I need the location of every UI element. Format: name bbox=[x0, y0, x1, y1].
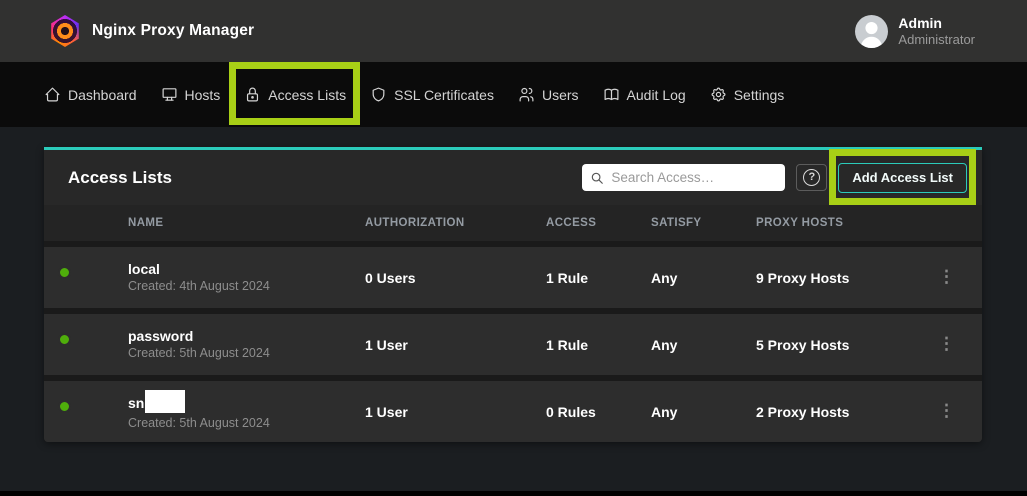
col-header-name: NAME bbox=[128, 217, 365, 229]
user-text: Admin Administrator bbox=[898, 15, 975, 48]
row-menu-cell: ⋮ bbox=[938, 268, 977, 287]
user-menu[interactable]: Admin Administrator bbox=[855, 15, 975, 48]
nav-label: Users bbox=[542, 87, 579, 103]
nav-label: Settings bbox=[734, 87, 785, 103]
users-icon bbox=[518, 86, 535, 103]
proxy-hosts-cell: 2 Proxy Hosts bbox=[756, 404, 938, 420]
authorization-cell: 0 Users bbox=[365, 270, 546, 286]
panel-header: Access Lists ? Add Access List bbox=[44, 150, 982, 205]
nav-label: Access Lists bbox=[268, 87, 346, 103]
lock-icon bbox=[244, 86, 261, 103]
nav-item-audit-log[interactable]: Audit Log bbox=[603, 86, 686, 103]
status-dot bbox=[58, 266, 71, 279]
nav-item-users[interactable]: Users bbox=[518, 86, 579, 103]
nav-item-ssl-certificates[interactable]: SSL Certificates bbox=[370, 86, 494, 103]
created-date: Created: 4th August 2024 bbox=[128, 278, 365, 295]
created-date: Created: 5th August 2024 bbox=[128, 345, 365, 362]
page-title: Access Lists bbox=[68, 168, 172, 188]
row-menu-kebab-icon[interactable]: ⋮ bbox=[938, 268, 955, 285]
row-menu-cell: ⋮ bbox=[938, 402, 977, 421]
add-button-wrap: Add Access List bbox=[838, 163, 967, 193]
created-date: Created: 5th August 2024 bbox=[128, 415, 365, 432]
main-nav: Dashboard Hosts Access Lists SSL Certifi… bbox=[0, 62, 1027, 127]
monitor-icon bbox=[161, 86, 178, 103]
row-menu-kebab-icon[interactable]: ⋮ bbox=[938, 335, 955, 352]
nav-label: Hosts bbox=[185, 87, 221, 103]
app-header: Nginx Proxy Manager Admin Administrator bbox=[0, 0, 1027, 62]
shield-icon bbox=[370, 86, 387, 103]
satisfy-cell: Any bbox=[651, 270, 756, 286]
search-icon bbox=[590, 171, 604, 185]
user-name: Admin bbox=[898, 15, 975, 32]
access-list-name: sn bbox=[128, 394, 144, 412]
status-dot bbox=[58, 400, 71, 413]
name-cell: sn Created: 5th August 2024 bbox=[128, 392, 365, 432]
authorization-cell: 1 User bbox=[365, 404, 546, 420]
col-header-proxy-hosts: PROXY HOSTS bbox=[756, 217, 938, 229]
brand: Nginx Proxy Manager bbox=[50, 15, 254, 47]
name-cell: password Created: 5th August 2024 bbox=[128, 327, 365, 362]
satisfy-cell: Any bbox=[651, 337, 756, 353]
app-title: Nginx Proxy Manager bbox=[92, 22, 254, 40]
col-header-satisfy: SATISFY bbox=[651, 217, 756, 229]
redaction-box bbox=[145, 390, 185, 413]
satisfy-cell: Any bbox=[651, 404, 756, 420]
nav-item-access-lists[interactable]: Access Lists bbox=[244, 86, 346, 103]
help-icon: ? bbox=[803, 169, 820, 186]
gear-icon bbox=[710, 86, 727, 103]
user-avatar bbox=[855, 15, 888, 48]
access-list-name: local bbox=[128, 260, 160, 278]
help-button[interactable]: ? bbox=[796, 164, 827, 191]
name-cell: local Created: 4th August 2024 bbox=[128, 260, 365, 295]
access-cell: 1 Rule bbox=[546, 337, 651, 353]
col-header-access: ACCESS bbox=[546, 217, 651, 229]
table-row: password Created: 5th August 2024 1 User… bbox=[44, 314, 982, 375]
panel-actions: ? Add Access List bbox=[582, 163, 968, 193]
bottom-bar bbox=[0, 491, 1027, 496]
book-icon bbox=[603, 86, 620, 103]
access-cell: 0 Rules bbox=[546, 404, 651, 420]
add-access-list-button[interactable]: Add Access List bbox=[838, 163, 967, 193]
table-row: local Created: 4th August 2024 0 Users 1… bbox=[44, 247, 982, 308]
row-menu-kebab-icon[interactable]: ⋮ bbox=[938, 402, 955, 419]
access-list-name: password bbox=[128, 327, 193, 345]
nav-item-dashboard[interactable]: Dashboard bbox=[44, 86, 137, 103]
access-lists-panel: Access Lists ? Add Access List NAME AUTH… bbox=[44, 147, 982, 442]
nav-label: SSL Certificates bbox=[394, 87, 494, 103]
app-logo-icon bbox=[50, 15, 80, 47]
search-box bbox=[582, 164, 785, 191]
screen: Nginx Proxy Manager Admin Administrator … bbox=[0, 0, 1027, 496]
person-silhouette-icon bbox=[855, 15, 888, 48]
status-dot bbox=[58, 333, 71, 346]
user-role: Administrator bbox=[898, 32, 975, 48]
nav-item-settings[interactable]: Settings bbox=[710, 86, 785, 103]
authorization-cell: 1 User bbox=[365, 337, 546, 353]
table-header: NAME AUTHORIZATION ACCESS SATISFY PROXY … bbox=[44, 205, 982, 241]
search-input[interactable] bbox=[611, 170, 777, 185]
row-menu-cell: ⋮ bbox=[938, 335, 977, 354]
proxy-hosts-cell: 9 Proxy Hosts bbox=[756, 270, 938, 286]
proxy-hosts-cell: 5 Proxy Hosts bbox=[756, 337, 938, 353]
table-row: sn Created: 5th August 2024 1 User 0 Rul… bbox=[44, 381, 982, 442]
nav-label: Audit Log bbox=[627, 87, 686, 103]
access-cell: 1 Rule bbox=[546, 270, 651, 286]
nav-item-hosts[interactable]: Hosts bbox=[161, 86, 221, 103]
nav-label: Dashboard bbox=[68, 87, 137, 103]
home-icon bbox=[44, 86, 61, 103]
col-header-authorization: AUTHORIZATION bbox=[365, 217, 546, 229]
